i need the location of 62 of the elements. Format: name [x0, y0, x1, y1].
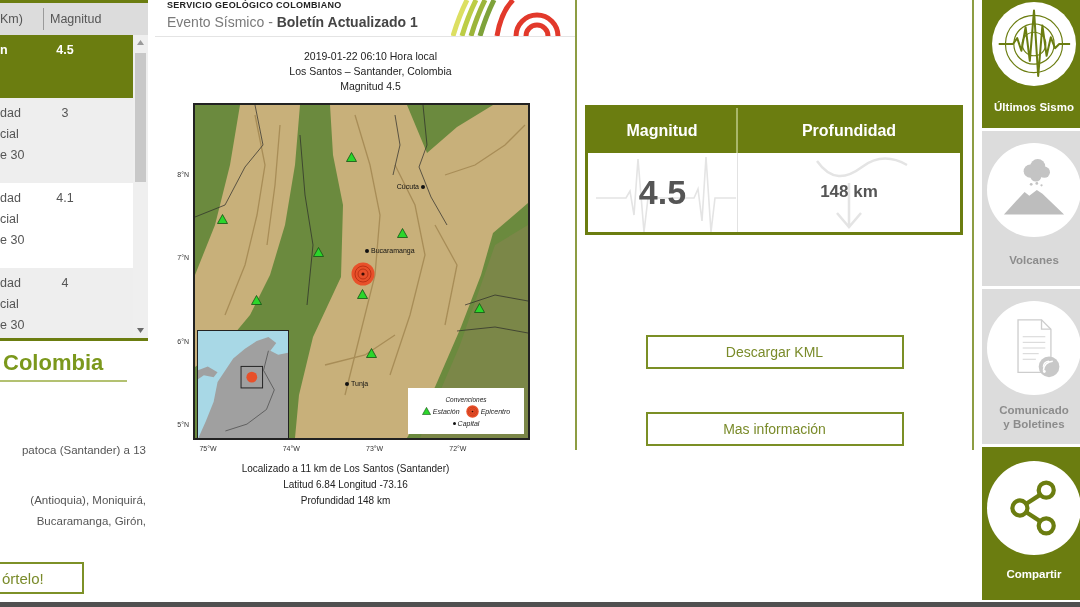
map-caption: Latitud 6.84 Longitud -73.16 — [283, 478, 408, 492]
city-dot-icon — [365, 249, 369, 253]
nav-tile[interactable]: Comunicado y Boletines — [982, 289, 1080, 444]
column-header: Magnitud — [49, 11, 103, 28]
table-row[interactable]: dad cial e 30 3 — [0, 98, 133, 183]
map-title: Magnitud 4.5 — [340, 79, 401, 94]
share-button[interactable]: Compartir — [982, 447, 1080, 600]
seismograph-icon — [992, 2, 1076, 86]
map-caption: Profundidad 148 km — [300, 494, 391, 508]
table-cell-text: dad cial e 30 — [0, 190, 26, 249]
station-triangle-icon — [396, 228, 408, 238]
table-cell-text: 3 — [60, 105, 70, 122]
epicenter-marker-icon — [465, 404, 479, 418]
table-cell-text: n — [0, 42, 9, 59]
map-title: 2019-01-22 06:10 Hora local — [303, 49, 438, 64]
city-dot-icon — [421, 185, 425, 189]
epicenter-dot-icon — [246, 371, 258, 383]
map-title: Los Santos – Santander, Colombia — [289, 64, 452, 79]
column-header: Km) — [0, 8, 44, 30]
station-triangle-icon — [356, 289, 368, 299]
station-triangle-icon — [365, 348, 377, 358]
city-dot-icon — [345, 382, 349, 386]
station-triangle-icon — [250, 295, 262, 305]
locator-square — [240, 365, 264, 389]
station-triangle-icon — [421, 407, 431, 415]
table-row[interactable]: dad cial e 30 4 — [0, 268, 133, 338]
action-button[interactable]: Descargar KML — [645, 335, 904, 369]
description-text: patoca (Santander) a 13 — [20, 443, 146, 458]
description-text: (Antioquia), Moniquirá, Bucaramanga, Girón, — [29, 493, 146, 529]
nav-tile[interactable]: Últimos Sismo — [982, 0, 1080, 128]
agency-name: SERVICIO GEOLÓGICO COLOMBIANO — [167, 0, 343, 10]
action-button[interactable]: Mas información — [645, 412, 904, 446]
column-header: Magnitud — [588, 108, 738, 153]
station-triangle-icon — [473, 303, 485, 313]
bulletin-title: Evento Sísmico - Boletín Actualizado 1 — [167, 13, 418, 32]
scrollbar-track[interactable] — [133, 35, 148, 338]
map-caption: Localizado a 11 km de Los Santos (Santander) — [241, 462, 450, 476]
station-triangle-icon — [312, 247, 324, 257]
station-triangle-icon — [216, 214, 228, 224]
column-header: Profundidad — [800, 120, 898, 141]
table-row[interactable]: n 4.5 — [0, 35, 133, 98]
section-heading: Colombia — [0, 349, 127, 382]
stat-value: 148 km — [820, 183, 878, 202]
table-cell-text: 4.1 — [55, 190, 75, 207]
capital-dot-icon — [452, 421, 456, 425]
arcs-logo-icon — [451, 0, 561, 36]
station-triangle-icon — [345, 152, 357, 162]
document-icon — [987, 301, 1080, 395]
scroll-up-icon[interactable] — [137, 40, 144, 45]
stat-value: 4.5 — [638, 173, 687, 212]
table-cell-text: dad cial e 30 — [0, 105, 26, 164]
scrollbar-thumb[interactable] — [135, 53, 146, 182]
scroll-down-icon[interactable] — [137, 328, 144, 333]
nav-tile[interactable]: Volcanes — [982, 131, 1080, 286]
table-cell-text: 4.5 — [55, 42, 75, 59]
report-button[interactable]: órtelo! — [0, 562, 84, 594]
epicenter-marker-icon — [351, 262, 375, 286]
volcano-icon — [987, 143, 1080, 237]
table-cell-text: 4 — [60, 275, 70, 292]
share-icon — [987, 461, 1080, 555]
table-cell-text: dad cial e 30 — [0, 275, 26, 334]
wave-down-arrow-icon — [816, 155, 908, 231]
